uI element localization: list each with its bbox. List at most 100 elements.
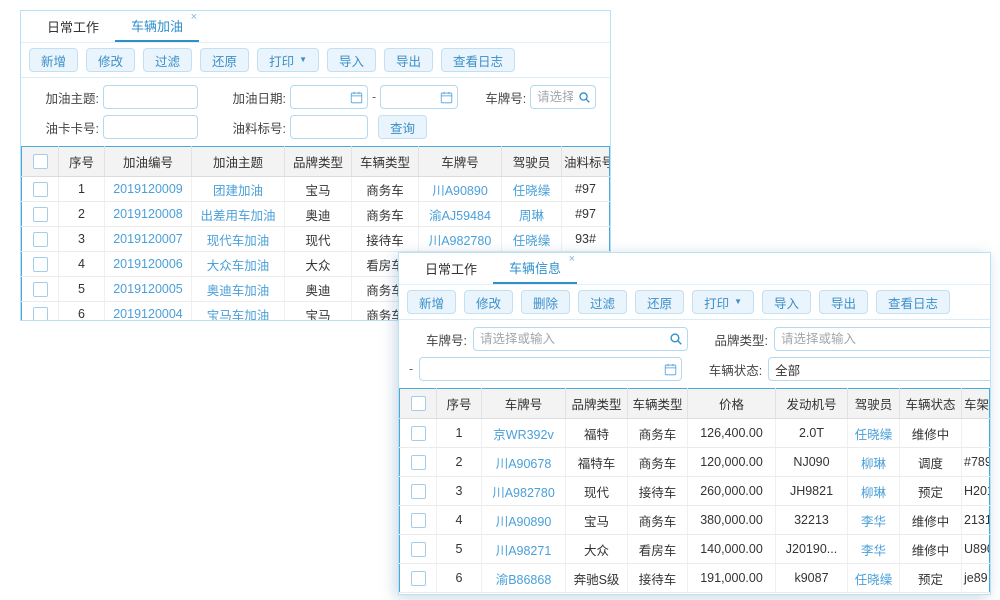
table-link-cell[interactable]: 渝AJ59484 xyxy=(419,202,502,227)
table-link-cell[interactable]: 2019120004 xyxy=(105,302,192,322)
table-link-cell[interactable]: 奥迪车加油 xyxy=(192,277,285,302)
row-checkbox[interactable] xyxy=(33,182,48,197)
table-link-cell[interactable]: 2019120005 xyxy=(105,277,192,302)
table-cell: k9087 xyxy=(776,564,848,593)
row-checkbox[interactable] xyxy=(411,455,426,470)
calendar-icon[interactable] xyxy=(440,91,453,104)
tab-daily-work[interactable]: 日常工作 xyxy=(31,11,115,42)
row-checkbox[interactable] xyxy=(33,232,48,247)
table-link-cell[interactable]: 李华 xyxy=(848,506,900,535)
table-cell: 福特车 xyxy=(566,448,628,477)
calendar-icon[interactable] xyxy=(350,91,363,104)
table-link-cell[interactable]: 川A982780 xyxy=(482,477,566,506)
column-header: 车牌号 xyxy=(482,389,566,419)
table-link-cell[interactable]: 川A90678 xyxy=(482,448,566,477)
table-cell: 6 xyxy=(59,302,105,322)
table-link-cell[interactable]: 渝B86868 xyxy=(482,564,566,593)
row-checkbox[interactable] xyxy=(411,484,426,499)
table-link-cell[interactable]: 柳琳 xyxy=(848,477,900,506)
close-icon[interactable]: × xyxy=(191,12,197,23)
export-button[interactable]: 导出 xyxy=(819,290,868,314)
select-all-checkbox[interactable] xyxy=(411,396,426,411)
row-checkbox[interactable] xyxy=(33,307,48,321)
checkbox-cell xyxy=(400,477,437,506)
row-checkbox[interactable] xyxy=(33,282,48,297)
search-icon[interactable] xyxy=(669,332,683,346)
restore-button[interactable]: 还原 xyxy=(635,290,684,314)
table-link-cell[interactable]: 2019120006 xyxy=(105,252,192,277)
modify-button[interactable]: 修改 xyxy=(464,290,513,314)
table-link-cell[interactable]: 2019120009 xyxy=(105,177,192,202)
view-log-button[interactable]: 查看日志 xyxy=(876,290,950,314)
table-link-cell[interactable]: 宝马车加油 xyxy=(192,302,285,322)
table-link-cell[interactable]: 川A90890 xyxy=(482,506,566,535)
add-button[interactable]: 新增 xyxy=(407,290,456,314)
purchase-date-end-input[interactable] xyxy=(419,357,682,381)
table-link-cell[interactable]: 川A90890 xyxy=(419,177,502,202)
add-button[interactable]: 新增 xyxy=(29,48,78,72)
row-checkbox[interactable] xyxy=(411,513,426,528)
vehicle-status-select[interactable] xyxy=(768,357,991,381)
row-checkbox[interactable] xyxy=(411,542,426,557)
button-label: 过滤 xyxy=(590,293,615,312)
import-button[interactable]: 导入 xyxy=(327,48,376,72)
tab-vehicle-info[interactable]: 车辆信息 × xyxy=(493,253,577,284)
query-button[interactable]: 查询 xyxy=(378,115,427,139)
select-all-checkbox[interactable] xyxy=(33,154,48,169)
row-checkbox[interactable] xyxy=(33,207,48,222)
print-button[interactable]: 打印▼ xyxy=(257,48,319,72)
table-link-cell[interactable]: 现代车加油 xyxy=(192,227,285,252)
vehicle-info-panel: 日常工作 车辆信息 × 新增修改删除过滤还原打印▼导入导出查看日志 车牌号: 品… xyxy=(398,252,991,595)
import-button[interactable]: 导入 xyxy=(762,290,811,314)
table-link-cell[interactable]: 2019120007 xyxy=(105,227,192,252)
plate-search-input[interactable] xyxy=(473,327,688,351)
search-icon[interactable] xyxy=(578,91,591,104)
row-checkbox[interactable] xyxy=(411,426,426,441)
fuel-grade-label: 油料标号: xyxy=(218,118,286,137)
filter-button[interactable]: 过滤 xyxy=(143,48,192,72)
tab-vehicle-fuel[interactable]: 车辆加油 × xyxy=(115,11,199,42)
table-link-cell[interactable]: 京WR392v xyxy=(482,419,566,448)
oil-card-field xyxy=(103,115,198,139)
oil-card-input[interactable] xyxy=(103,115,198,139)
table-link-cell[interactable]: 出差用车加油 xyxy=(192,202,285,227)
table-cell: 4 xyxy=(437,506,482,535)
plate-search-field xyxy=(530,85,596,109)
vehicle-status-field xyxy=(768,357,991,381)
calendar-icon[interactable] xyxy=(664,363,677,376)
fuel-subject-input[interactable] xyxy=(103,85,198,109)
table-link-cell[interactable]: 任晓缲 xyxy=(848,564,900,593)
table-link-cell[interactable]: 任晓缲 xyxy=(848,419,900,448)
toolbar: 新增修改删除 过滤 还原打印▼ 导入导出 查看日志 xyxy=(399,285,990,320)
print-button[interactable]: 打印▼ xyxy=(692,290,754,314)
button-label: 查看日志 xyxy=(888,293,938,312)
table-link-cell[interactable]: 任晓缲 xyxy=(502,177,562,202)
table-link-cell[interactable]: 川A98271 xyxy=(482,535,566,564)
view-log-button[interactable]: 查看日志 xyxy=(441,48,515,72)
tab-daily-work[interactable]: 日常工作 xyxy=(409,253,493,284)
brand-type-input[interactable] xyxy=(774,327,991,351)
filter-button[interactable]: 过滤 xyxy=(578,290,627,314)
table-link-cell[interactable]: 柳琳 xyxy=(848,448,900,477)
close-icon[interactable]: × xyxy=(569,254,575,265)
table-link-cell[interactable]: 李华 xyxy=(848,535,900,564)
fuel-grade-input[interactable] xyxy=(290,115,368,139)
button-label: 还原 xyxy=(212,51,237,70)
table-link-cell[interactable]: 2019120008 xyxy=(105,202,192,227)
modify-button[interactable]: 修改 xyxy=(86,48,135,72)
checkbox-cell xyxy=(400,564,437,593)
row-checkbox[interactable] xyxy=(33,257,48,272)
table-cell: 2 xyxy=(59,202,105,227)
table-link-cell[interactable]: 川A982780 xyxy=(419,227,502,252)
table-link-cell[interactable]: 周琳 xyxy=(502,202,562,227)
table-cell: 5 xyxy=(437,535,482,564)
table-link-cell[interactable]: 大众车加油 xyxy=(192,252,285,277)
restore-button[interactable]: 还原 xyxy=(200,48,249,72)
delete-button[interactable]: 删除 xyxy=(521,290,570,314)
table-link-cell[interactable]: 团建加油 xyxy=(192,177,285,202)
row-checkbox[interactable] xyxy=(411,571,426,586)
column-header: 车架号 xyxy=(962,389,990,419)
column-header: 车牌号 xyxy=(419,147,502,177)
export-button[interactable]: 导出 xyxy=(384,48,433,72)
table-link-cell[interactable]: 任晓缲 xyxy=(502,227,562,252)
